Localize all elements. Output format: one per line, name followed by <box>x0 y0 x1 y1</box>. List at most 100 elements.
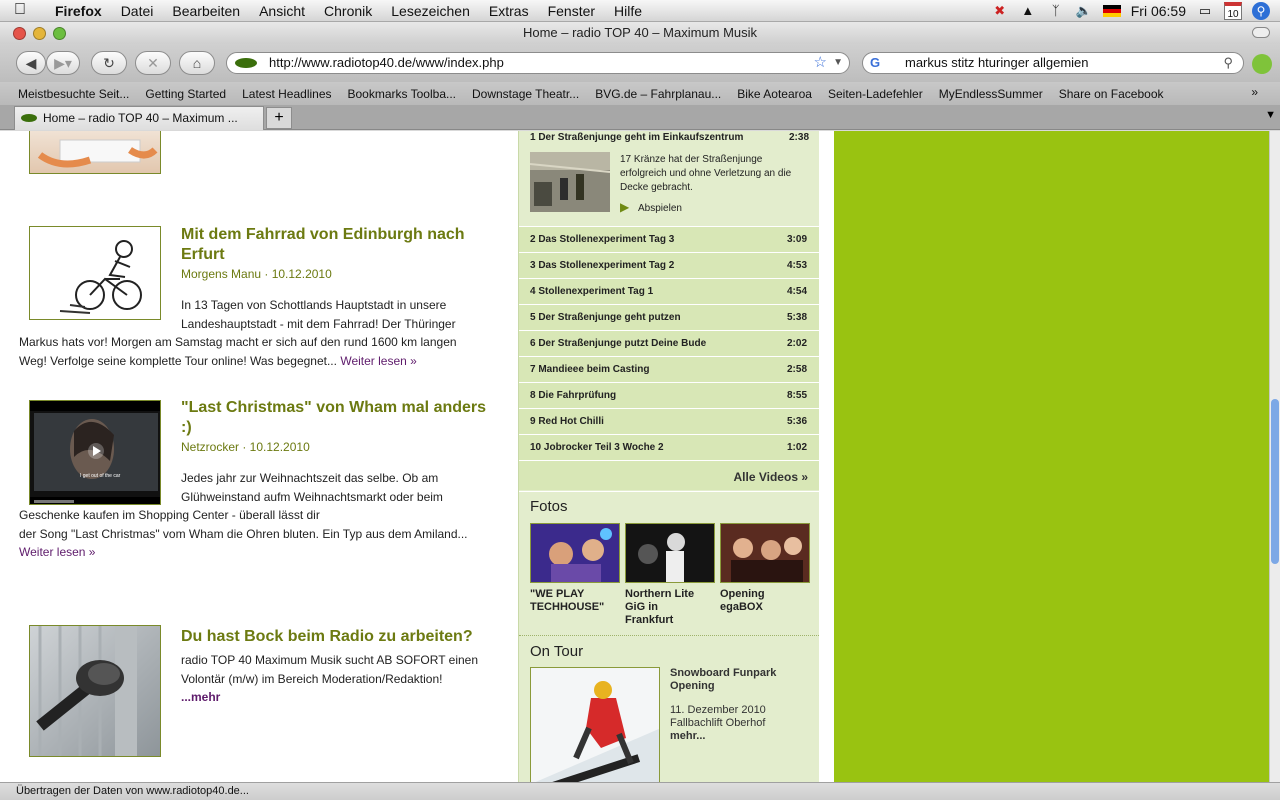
input-language-flag-icon[interactable] <box>1102 5 1121 17</box>
bluetooth-icon[interactable]: ᛉ <box>1047 3 1065 19</box>
menu-ansicht[interactable]: Ansicht <box>259 3 305 19</box>
battery-icon[interactable]: ▭ <box>1196 3 1214 19</box>
calendar-icon[interactable]: 10 <box>1224 2 1242 20</box>
article-thumbnail-keyboard[interactable] <box>29 131 161 174</box>
read-more-link[interactable]: Weiter lesen » <box>340 354 416 368</box>
minimize-window-button[interactable] <box>33 27 46 40</box>
home-button[interactable]: ⌂ <box>179 51 215 75</box>
spotlight-search-icon[interactable]: ⚲ <box>1252 2 1270 20</box>
menu-bearbeiten[interactable]: Bearbeiten <box>172 3 240 19</box>
video-list-item[interactable]: 3 Das Stollenexperiment Tag 2 4:53 <box>519 252 819 278</box>
menu-chronik[interactable]: Chronik <box>324 3 372 19</box>
back-button[interactable]: ◀ <box>16 51 46 75</box>
play-link[interactable]: ▶ Abspielen <box>620 200 682 214</box>
address-bar-url[interactable]: http://www.radiotop40.de/www/index.php <box>269 55 504 70</box>
video-list-item[interactable]: 7 Mandieee beim Casting 2:58 <box>519 356 819 382</box>
article-title-line[interactable]: "Last Christmas" von Wham mal anders <box>181 398 486 418</box>
video-list-title[interactable]: 3 Das Stollenexperiment Tag 2 <box>530 260 674 271</box>
tab-home[interactable]: Home – radio TOP 40 – Maximum ... <box>14 106 264 130</box>
bookmark-item[interactable]: Getting Started <box>145 87 226 101</box>
video-list-title[interactable]: 8 Die Fahrprüfung <box>530 390 616 401</box>
bookmarks-overflow-icon[interactable]: » <box>1251 85 1258 99</box>
photo-caption-line[interactable]: Northern Lite <box>625 588 694 601</box>
video-list-item[interactable]: 6 Der Straßenjunge putzt Deine Bude 2:02 <box>519 330 819 356</box>
article-title-line[interactable]: Erfurt <box>181 245 465 265</box>
bookmark-star-icon[interactable]: ☆ <box>814 53 827 73</box>
menu-lesezeichen[interactable]: Lesezeichen <box>391 3 470 19</box>
bookmark-item[interactable]: Bookmarks Toolba... <box>348 87 457 101</box>
photo-caption-line[interactable]: "WE PLAY <box>530 588 604 601</box>
bookmark-item[interactable]: Share on Facebook <box>1059 87 1164 101</box>
video-list-title[interactable]: 5 Der Straßenjunge geht putzen <box>530 312 681 323</box>
all-videos-link[interactable]: Alle Videos » <box>734 470 808 484</box>
video-list-title[interactable]: 7 Mandieee beim Casting <box>530 364 649 375</box>
video-list-item[interactable]: 5 Der Straßenjunge geht putzen 5:38 <box>519 304 819 330</box>
read-more-link[interactable]: Weiter lesen » <box>19 545 95 559</box>
bookmark-item[interactable]: Downstage Theatr... <box>472 87 579 101</box>
status-alert-icon[interactable]: ✖ <box>991 3 1009 19</box>
address-bar[interactable]: http://www.radiotop40.de/www/index.php ☆… <box>226 52 850 74</box>
video-list-title[interactable]: 9 Red Hot Chilli <box>530 416 604 427</box>
menu-hilfe[interactable]: Hilfe <box>614 3 642 19</box>
bookmark-item[interactable]: MyEndlessSummer <box>939 87 1043 101</box>
zoom-window-button[interactable] <box>53 27 66 40</box>
bookmark-item[interactable]: Seiten-Ladefehler <box>828 87 923 101</box>
video-list-title[interactable]: 6 Der Straßenjunge putzt Deine Bude <box>530 338 706 349</box>
photo-thumbnail[interactable] <box>720 523 810 583</box>
bookmark-item[interactable]: BVG.de – Fahrplanau... <box>595 87 721 101</box>
article-title-fahrrad[interactable]: Mit dem Fahrrad von Edinburgh nach Erfur… <box>181 225 465 265</box>
new-tab-button[interactable]: + <box>266 107 292 129</box>
tour-more-link[interactable]: mehr... <box>670 730 766 743</box>
google-engine-icon[interactable]: G <box>870 56 884 70</box>
volume-icon[interactable]: 🔈 <box>1075 3 1093 19</box>
wifi-icon[interactable]: ▲ <box>1019 3 1037 19</box>
search-input[interactable]: markus stitz hturinger allgemien <box>905 55 1089 70</box>
tour-title-line[interactable]: Opening <box>670 680 776 693</box>
photo-caption-line[interactable]: Opening <box>720 588 765 601</box>
url-dropdown-icon[interactable]: ▼ <box>833 53 843 73</box>
menu-datei[interactable]: Datei <box>121 3 154 19</box>
photo-caption-line[interactable]: Frankfurt <box>625 614 694 627</box>
photo-caption[interactable]: "WE PLAY TECHHOUSE" <box>530 588 604 614</box>
photo-thumbnail[interactable] <box>530 523 620 583</box>
forward-button[interactable]: ▶▾ <box>46 51 80 75</box>
menu-app-firefox[interactable]: Firefox <box>55 3 102 19</box>
article-video-thumbnail[interactable]: I get out of the car <box>29 400 161 505</box>
video-title[interactable]: 1 Der Straßenjunge geht im Einkaufszentr… <box>530 132 743 143</box>
article-title-line[interactable]: :) <box>181 418 486 438</box>
photo-caption-line[interactable]: egaBOX <box>720 601 765 614</box>
scrollbar-thumb[interactable] <box>1271 399 1279 564</box>
read-more-link[interactable]: ...mehr <box>181 690 220 704</box>
photo-caption[interactable]: Northern Lite GiG in Frankfurt <box>625 588 694 627</box>
play-label[interactable]: Abspielen <box>638 203 682 214</box>
video-list-title[interactable]: 4 Stollenexperiment Tag 1 <box>530 286 653 297</box>
photo-thumbnail[interactable] <box>625 523 715 583</box>
toolbar-toggle-button[interactable] <box>1252 27 1270 38</box>
reload-button[interactable]: ↻ <box>91 51 127 75</box>
article-title-line[interactable]: Mit dem Fahrrad von Edinburgh nach <box>181 225 465 245</box>
video-list-item[interactable]: 4 Stollenexperiment Tag 1 4:54 <box>519 278 819 304</box>
search-bar[interactable]: G markus stitz hturinger allgemien ⚲ <box>862 52 1244 74</box>
apple-menu-icon[interactable]:  <box>14 1 26 19</box>
article-thumbnail-microphone[interactable] <box>29 625 161 757</box>
bookmark-item[interactable]: Bike Aotearoa <box>737 87 812 101</box>
video-featured[interactable]: 1 Der Straßenjunge geht im Einkaufszentr… <box>519 131 819 226</box>
menu-fenster[interactable]: Fenster <box>548 3 595 19</box>
tour-thumbnail[interactable] <box>530 667 660 782</box>
video-list-item[interactable]: 9 Red Hot Chilli 5:36 <box>519 408 819 434</box>
tab-list-icon[interactable]: ▼ <box>1265 109 1276 121</box>
article-thumbnail-cyclist[interactable] <box>29 226 161 320</box>
photo-caption[interactable]: Opening egaBOX <box>720 588 765 614</box>
video-list-item[interactable]: 2 Das Stollenexperiment Tag 3 3:09 <box>519 226 819 252</box>
video-list-title[interactable]: 10 Jobrocker Teil 3 Woche 2 <box>530 442 664 453</box>
search-icon[interactable]: ⚲ <box>1223 53 1233 73</box>
vertical-scrollbar[interactable] <box>1269 131 1280 782</box>
close-window-button[interactable] <box>13 27 26 40</box>
tour-title[interactable]: Snowboard Funpark Opening <box>670 667 776 693</box>
tour-title-line[interactable]: Snowboard Funpark <box>670 667 776 680</box>
photo-caption-line[interactable]: TECHHOUSE" <box>530 601 604 614</box>
video-list-item[interactable]: 8 Die Fahrprüfung 8:55 <box>519 382 819 408</box>
addon-icon[interactable] <box>1252 54 1272 74</box>
article-title-radio-job[interactable]: Du hast Bock beim Radio zu arbeiten? <box>181 627 473 647</box>
bookmark-item[interactable]: Meistbesuchte Seit... <box>18 87 129 101</box>
